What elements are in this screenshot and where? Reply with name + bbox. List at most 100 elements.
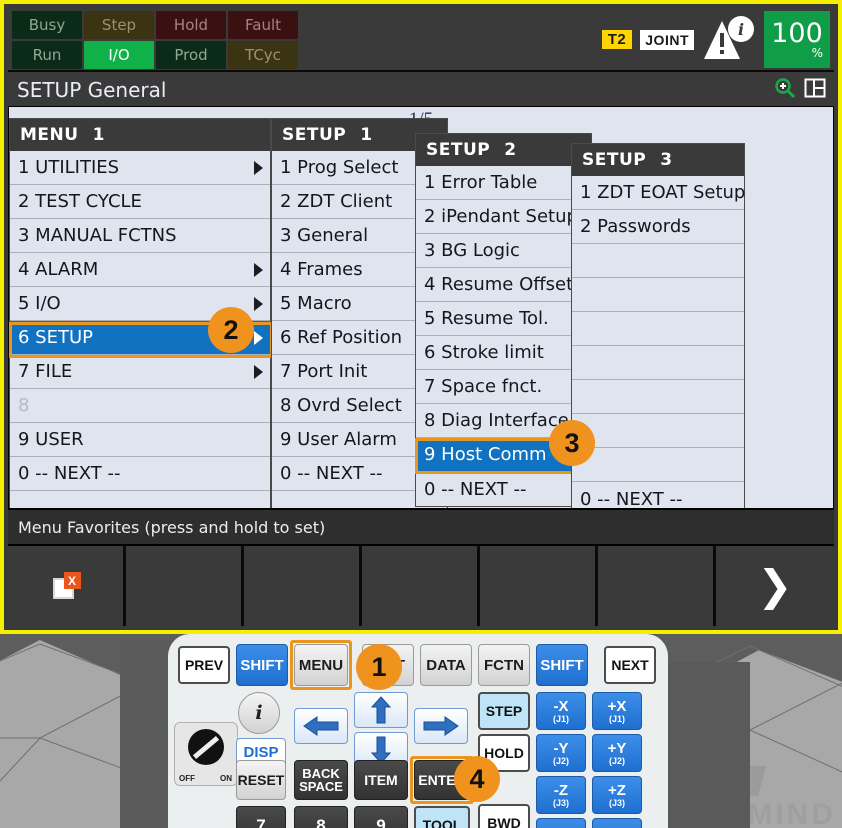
key-jog-minus-z[interactable]: -Z (J3): [536, 776, 586, 814]
menu-item-next[interactable]: 0 -- NEXT --: [10, 457, 270, 491]
setup3-empty-row: [572, 244, 744, 278]
screen-title-bar: SETUP General: [8, 70, 834, 108]
submenu-arrow-icon: [254, 160, 263, 175]
setup3-empty-row: [572, 312, 744, 346]
setup2-item-space-fnct[interactable]: 7 Space fnct.: [416, 370, 591, 404]
key-data[interactable]: DATA: [420, 644, 472, 686]
setup1-header-label: SETUP: [282, 125, 347, 145]
speed-override-indicator[interactable]: 100 %: [764, 11, 830, 68]
setup2-item-stroke-limit[interactable]: 6 Stroke limit: [416, 336, 591, 370]
key-step[interactable]: STEP: [478, 692, 530, 730]
key-next[interactable]: NEXT: [604, 646, 656, 684]
menu1-header-label: MENU: [20, 125, 79, 145]
arrow-up-icon: [370, 696, 392, 724]
menu-item-test-cycle[interactable]: 2 TEST CYCLE: [10, 185, 270, 219]
menu-client-area: 1/5 LED MENU 1 1 UTILITIES 2 TEST CYCLE …: [8, 106, 834, 526]
hint-text: Menu Favorites (press and hold to set): [18, 517, 326, 537]
setup2-item-next[interactable]: 0 -- NEXT --: [416, 472, 591, 506]
key-jog-minus-x-rot[interactable]: -X: [536, 818, 586, 828]
submenu-arrow-icon: [254, 262, 263, 277]
setup2-item-resume-offset[interactable]: 4 Resume Offset: [416, 268, 591, 302]
setup3-empty-row: [572, 278, 744, 312]
key-prev[interactable]: PREV: [178, 646, 230, 684]
magnifier-plus-icon[interactable]: [774, 77, 796, 103]
key-jog-plus-x[interactable]: +X (J1): [592, 692, 642, 730]
coord-badge: JOINT: [640, 29, 694, 50]
key-jog-plus-z[interactable]: +Z (J3): [592, 776, 642, 814]
setup3-header: SETUP 3: [572, 144, 744, 176]
teach-pendant-screen: Busy Step Hold Fault Run I/O Prod TCyc T…: [0, 0, 842, 634]
callout-3: 3: [549, 420, 595, 466]
menu-item-file[interactable]: 7 FILE: [10, 355, 270, 389]
menu-item-user[interactable]: 9 USER: [10, 423, 270, 457]
submenu-arrow-icon: [254, 330, 263, 345]
key-jog-minus-x[interactable]: -X (J1): [536, 692, 586, 730]
softkey-3[interactable]: [244, 546, 359, 626]
key-reset[interactable]: RESET: [236, 760, 286, 800]
softkey-2[interactable]: [126, 546, 241, 626]
softkey-4[interactable]: [362, 546, 477, 626]
page-title: SETUP General: [17, 78, 167, 102]
setup3-empty-row: [572, 346, 744, 380]
key-jog-plus-y[interactable]: +Y (J2): [592, 734, 642, 772]
key-jog-minus-y[interactable]: -Y (J2): [536, 734, 586, 772]
softkey-6[interactable]: [598, 546, 713, 626]
arrow-left-key[interactable]: [294, 708, 348, 744]
key-fctn[interactable]: FCTN: [478, 644, 530, 686]
setup2-item-ipendant-setup[interactable]: 2 iPendant Setup: [416, 200, 591, 234]
menu-item-manual-fctns[interactable]: 3 MANUAL FCTNS: [10, 219, 270, 253]
menu1-header-number: 1: [92, 125, 105, 145]
setup3-item-zdt-eoat-setup[interactable]: 1 ZDT EOAT Setup: [572, 176, 745, 210]
status-bar: Busy Step Hold Fault Run I/O Prod TCyc T…: [8, 8, 834, 70]
setup3-empty-row: [572, 414, 744, 448]
callout-2: 2: [208, 307, 254, 353]
softkey-5[interactable]: [480, 546, 595, 626]
power-knob[interactable]: OFF ON: [174, 722, 238, 786]
status-busy: Busy: [12, 11, 82, 39]
key-shift-right[interactable]: SHIFT: [536, 644, 588, 686]
arrow-right-key[interactable]: [414, 708, 468, 744]
arrow-up-key[interactable]: [354, 692, 408, 728]
arrow-right-icon: [423, 716, 459, 736]
mode-badge: T2: [601, 30, 633, 49]
setup3-empty-row: [572, 448, 744, 482]
menu-item-8-empty: 8: [10, 389, 270, 423]
knob-off-label: OFF: [179, 774, 195, 783]
key-shift-left[interactable]: SHIFT: [236, 644, 288, 686]
menu-item-alarm[interactable]: 4 ALARM: [10, 253, 270, 287]
softkey-close-window[interactable]: X: [8, 546, 123, 626]
softkey-next[interactable]: ❯: [716, 546, 834, 626]
key-num-9[interactable]: 9: [354, 806, 408, 828]
key-bwd[interactable]: BWD: [478, 804, 530, 828]
info-icon[interactable]: i: [238, 692, 280, 734]
key-item[interactable]: ITEM: [354, 760, 408, 800]
menu-key-highlight: [290, 640, 352, 690]
status-prod: Prod: [156, 41, 226, 69]
arrow-left-icon: [303, 716, 339, 736]
setup3-header-label: SETUP: [582, 150, 647, 170]
setup3-item-passwords[interactable]: 2 Passwords: [572, 210, 744, 244]
override-value: 100: [771, 18, 823, 49]
menu-panel-setup3: SETUP 3 1 ZDT EOAT Setup 2 Passwords 0 -…: [571, 143, 745, 517]
status-right-group: T2 JOINT i 100 %: [601, 11, 830, 68]
setup2-header: SETUP 2: [416, 134, 591, 166]
setup3-empty-row: [572, 380, 744, 414]
setup2-item-resume-tol[interactable]: 5 Resume Tol.: [416, 302, 591, 336]
soft-key-bar: X ❯: [8, 546, 834, 626]
setup2-item-error-table[interactable]: 1 Error Table: [416, 166, 591, 200]
pendant-keypad-photo: MECH MIND OFF ON PREV SHIFT MENU EDIT DA…: [0, 634, 842, 828]
status-io: I/O: [84, 41, 154, 69]
status-indicator-grid: Busy Step Hold Fault Run I/O Prod TCyc: [12, 11, 298, 69]
setup2-item-bg-logic[interactable]: 3 BG Logic: [416, 234, 591, 268]
key-jog-plus-x-rot[interactable]: +X: [592, 818, 642, 828]
status-run: Run: [12, 41, 82, 69]
split-layout-icon[interactable]: [804, 77, 826, 103]
warning-info-icon[interactable]: i: [702, 15, 756, 65]
setup3-header-number: 3: [660, 150, 673, 170]
key-backspace[interactable]: BACK SPACE: [294, 760, 348, 800]
chevron-right-icon: ❯: [757, 561, 793, 610]
key-num-7[interactable]: 7: [236, 806, 286, 828]
key-tool[interactable]: TOOL: [414, 806, 470, 828]
key-num-8[interactable]: 8: [294, 806, 348, 828]
menu-item-utilities[interactable]: 1 UTILITIES: [10, 151, 270, 185]
